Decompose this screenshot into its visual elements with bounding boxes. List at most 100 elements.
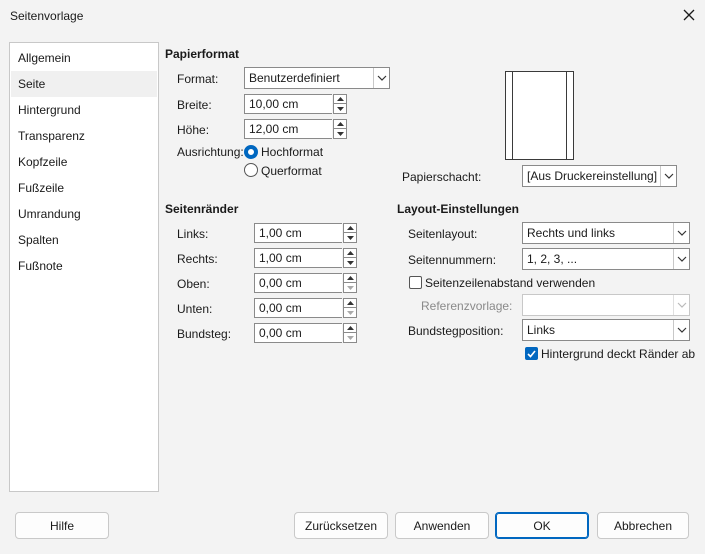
sidebar-item-seite[interactable]: Seite <box>11 71 157 97</box>
breite-field[interactable]: 10,00 cm <box>244 94 332 114</box>
spin-up-button[interactable] <box>343 248 357 258</box>
format-label: Format: <box>177 72 219 86</box>
spin-up-icon <box>346 226 354 230</box>
bundsteg-stepper <box>343 323 357 343</box>
format-select[interactable]: Benutzerdefiniert <box>244 67 390 89</box>
spin-up-icon <box>346 276 354 280</box>
sidebar-item-allgemein[interactable]: Allgemein <box>11 45 157 71</box>
spin-down-icon <box>336 131 344 136</box>
margin-line-right <box>566 72 567 159</box>
ok-button[interactable]: OK <box>495 512 589 539</box>
spin-down-icon <box>346 310 354 315</box>
sidebar-item-hintergrund[interactable]: Hintergrund <box>11 97 157 123</box>
chevron-down-icon <box>673 295 689 315</box>
spin-down-button[interactable] <box>343 283 357 293</box>
referenzvorlage-select[interactable] <box>522 294 690 316</box>
papierschacht-select[interactable]: [Aus Druckereinstellung] <box>522 165 677 187</box>
seitenraender-heading: Seitenränder <box>165 202 239 216</box>
spin-down-icon <box>346 285 354 290</box>
sidebar-item-fusszeile[interactable]: Fußzeile <box>11 175 157 201</box>
breite-label: Breite: <box>177 98 212 112</box>
hochformat-radio[interactable] <box>244 145 258 159</box>
sidebar-item-fussnote[interactable]: Fußnote <box>11 253 157 279</box>
ausrichtung-label: Ausrichtung: <box>177 145 244 159</box>
category-list: Allgemein Seite Hintergrund Transparenz … <box>9 42 159 492</box>
querformat-radio[interactable] <box>244 163 258 177</box>
spin-down-icon <box>346 335 354 340</box>
breite-stepper <box>333 94 347 114</box>
close-button[interactable] <box>678 4 700 26</box>
referenzvorlage-label: Referenzvorlage: <box>421 299 513 313</box>
spin-up-button[interactable] <box>343 323 357 333</box>
page-preview <box>505 71 574 160</box>
hintergrund-deckt-raender-checkbox[interactable] <box>525 347 538 360</box>
spin-down-button[interactable] <box>333 129 347 139</box>
cancel-button[interactable]: Abbrechen <box>597 512 689 539</box>
hoehe-label: Höhe: <box>177 123 210 137</box>
layout-heading: Layout-Einstellungen <box>397 202 520 216</box>
oben-field[interactable]: 0,00 cm <box>254 273 342 293</box>
chevron-down-icon <box>660 166 676 186</box>
hoehe-field[interactable]: 12,00 cm <box>244 119 332 139</box>
seitenzeilenabstand-label[interactable]: Seitenzeilenabstand verwenden <box>425 276 595 290</box>
unten-field[interactable]: 0,00 cm <box>254 298 342 318</box>
seitennummern-value: 1, 2, 3, ... <box>527 252 578 266</box>
window-title: Seitenvorlage <box>10 9 84 23</box>
links-stepper <box>343 223 357 243</box>
hochformat-label[interactable]: Hochformat <box>261 145 323 159</box>
bundsteg-field[interactable]: 0,00 cm <box>254 323 342 343</box>
reset-button[interactable]: Zurücksetzen <box>294 512 388 539</box>
spin-up-icon <box>336 97 344 101</box>
spin-down-button[interactable] <box>333 104 347 114</box>
spin-up-button[interactable] <box>333 94 347 104</box>
spin-down-icon <box>336 106 344 111</box>
spin-down-button[interactable] <box>343 333 357 343</box>
papierschacht-value: [Aus Druckereinstellung] <box>527 169 658 183</box>
sidebar-item-transparenz[interactable]: Transparenz <box>11 123 157 149</box>
chevron-down-icon <box>673 249 689 269</box>
sidebar-item-spalten[interactable]: Spalten <box>11 227 157 253</box>
spin-down-button[interactable] <box>343 308 357 318</box>
rechts-label: Rechts: <box>177 252 218 266</box>
seitenlayout-label: Seitenlayout: <box>408 227 478 241</box>
spin-down-button[interactable] <box>343 258 357 268</box>
hoehe-stepper <box>333 119 347 139</box>
hintergrund-deckt-raender-label[interactable]: Hintergrund deckt Ränder ab <box>541 347 705 361</box>
bundstegposition-label: Bundstegposition: <box>408 324 504 338</box>
seitennummern-label: Seitennummern: <box>408 253 497 267</box>
seitenlayout-value: Rechts und links <box>527 226 616 240</box>
seitennummern-select[interactable]: 1, 2, 3, ... <box>522 248 690 270</box>
spin-up-icon <box>346 301 354 305</box>
seitenzeilenabstand-checkbox[interactable] <box>409 276 422 289</box>
bundstegposition-select[interactable]: Links <box>522 319 690 341</box>
querformat-label[interactable]: Querformat <box>261 164 322 178</box>
papierformat-heading: Papierformat <box>165 47 240 61</box>
oben-stepper <box>343 273 357 293</box>
papierschacht-label: Papierschacht: <box>402 170 482 184</box>
spin-down-icon <box>346 260 354 265</box>
spin-up-button[interactable] <box>343 273 357 283</box>
rechts-field[interactable]: 1,00 cm <box>254 248 342 268</box>
format-value: Benutzerdefiniert <box>249 71 340 85</box>
seitenlayout-select[interactable]: Rechts und links <box>522 222 690 244</box>
sidebar-item-umrandung[interactable]: Umrandung <box>11 201 157 227</box>
rechts-stepper <box>343 248 357 268</box>
sidebar-item-kopfzeile[interactable]: Kopfzeile <box>11 149 157 175</box>
spin-up-icon <box>346 326 354 330</box>
chevron-down-icon <box>673 320 689 340</box>
links-label: Links: <box>177 227 209 241</box>
spin-up-icon <box>336 122 344 126</box>
spin-up-button[interactable] <box>343 223 357 233</box>
help-button[interactable]: Hilfe <box>15 512 109 539</box>
links-field[interactable]: 1,00 cm <box>254 223 342 243</box>
unten-stepper <box>343 298 357 318</box>
spin-down-button[interactable] <box>343 233 357 243</box>
spin-up-button[interactable] <box>333 119 347 129</box>
bundstegposition-value: Links <box>527 323 556 337</box>
spin-up-icon <box>346 251 354 255</box>
apply-button[interactable]: Anwenden <box>395 512 489 539</box>
title-bar <box>0 0 705 32</box>
margin-line-left <box>512 72 513 159</box>
spin-up-button[interactable] <box>343 298 357 308</box>
close-icon <box>683 9 695 21</box>
